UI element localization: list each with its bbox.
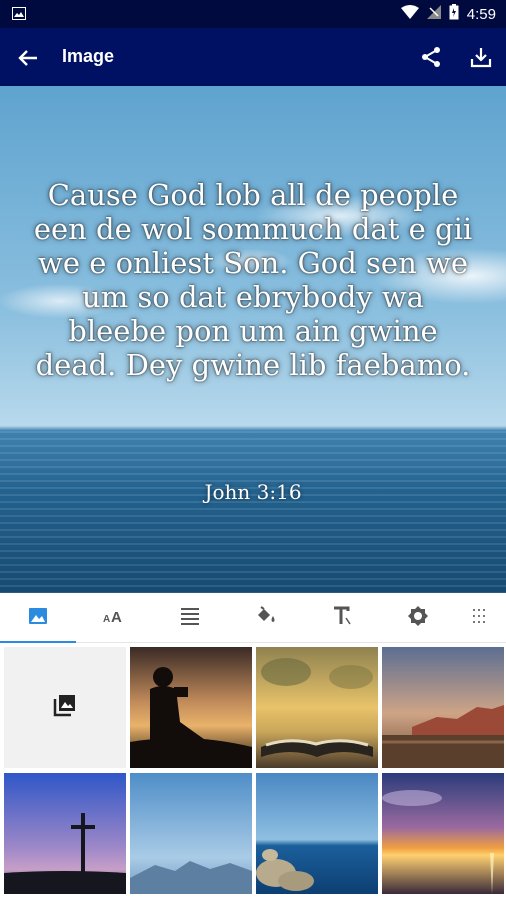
wifi-icon — [400, 5, 419, 24]
tab-color-fill[interactable] — [228, 593, 304, 643]
status-time: 4:59 — [466, 6, 496, 23]
svg-text:A: A — [103, 614, 110, 624]
image-icon — [28, 607, 48, 630]
app-bar: Image — [0, 28, 506, 86]
page-title: Image — [62, 46, 115, 66]
tab-texture[interactable] — [456, 593, 506, 643]
font-size-icon: AA — [103, 608, 125, 629]
tab-brightness[interactable] — [380, 593, 456, 643]
background-thumbnail[interactable] — [256, 647, 378, 768]
share-icon[interactable] — [418, 44, 444, 70]
back-arrow-icon[interactable] — [14, 44, 42, 72]
tab-text-format[interactable] — [304, 593, 380, 643]
tab-text-align[interactable] — [152, 593, 228, 643]
photo-library-icon — [53, 693, 77, 722]
background-thumbnail[interactable] — [256, 773, 378, 894]
svg-text:A: A — [111, 609, 122, 624]
paint-bucket-icon — [255, 605, 277, 631]
text-format-icon — [332, 606, 352, 631]
background-thumbnail[interactable] — [382, 773, 504, 894]
status-bar: 4:59 — [0, 0, 506, 28]
verse-text: Cause God lob all de people een de wol s… — [33, 178, 473, 382]
pick-from-gallery-button[interactable] — [4, 647, 126, 768]
text-align-icon — [180, 607, 200, 630]
verse-reference: John 3:16 — [204, 480, 302, 504]
editor-tool-tabs: AA — [0, 593, 506, 644]
battery-icon — [449, 4, 459, 25]
background-image-grid — [0, 643, 506, 900]
brightness-icon — [407, 605, 429, 632]
background-thumbnail[interactable] — [4, 773, 126, 894]
verse-image-canvas[interactable]: Cause God lob all de people een de wol s… — [0, 86, 506, 593]
no-signal-icon — [426, 5, 441, 24]
background-thumbnail[interactable] — [382, 647, 504, 768]
tab-font-size[interactable]: AA — [76, 593, 152, 643]
tab-image[interactable] — [0, 593, 76, 644]
background-thumbnail[interactable] — [130, 647, 252, 768]
gallery-notification-icon — [12, 7, 26, 25]
sea-texture — [0, 431, 506, 593]
texture-icon — [471, 607, 491, 630]
background-thumbnail[interactable] — [130, 773, 252, 894]
download-icon[interactable] — [468, 44, 494, 70]
